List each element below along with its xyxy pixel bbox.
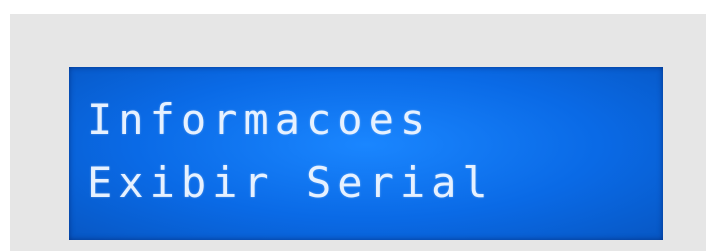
lcd-line-1: Informacoes	[87, 95, 432, 144]
lcd-line-2: Exibir Serial	[87, 158, 494, 207]
lcd-screen: Informacoes Exibir Serial	[69, 67, 663, 240]
display-panel: Informacoes Exibir Serial	[10, 14, 706, 251]
